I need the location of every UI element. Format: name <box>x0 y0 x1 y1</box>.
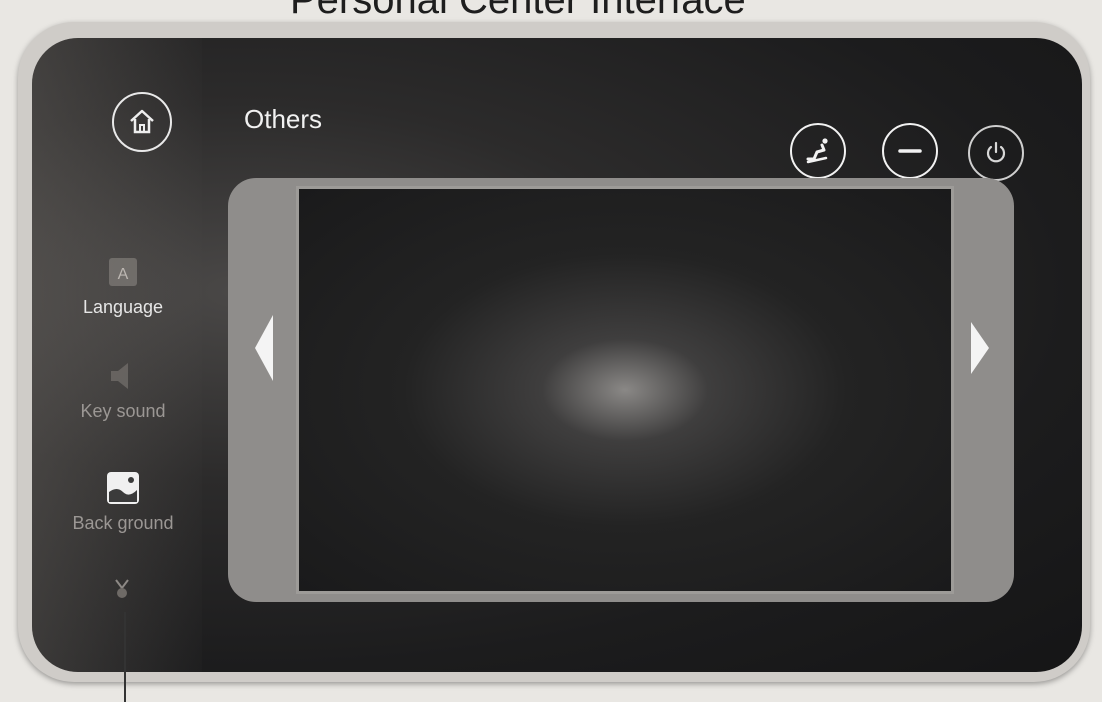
device-screen: Others A Language Key sound Back ground <box>32 38 1082 672</box>
sidebar-item-label: Back ground <box>72 513 174 533</box>
previous-background-button[interactable] <box>244 308 284 388</box>
minimize-button[interactable] <box>882 123 938 179</box>
scroll-down-icon[interactable] <box>112 576 132 605</box>
page-caption: Personal Center Interface <box>290 0 746 22</box>
chevron-down-icon <box>115 579 129 598</box>
sidebar-item-label: Key sound <box>80 401 166 421</box>
background-preview-image <box>296 186 954 594</box>
arrow-right-icon <box>971 322 989 374</box>
language-icon: A <box>109 258 137 286</box>
speaker-icon <box>111 363 128 389</box>
page-title: Others <box>244 104 323 134</box>
power-button[interactable] <box>968 125 1024 181</box>
callout-line <box>124 612 126 702</box>
arrow-left-icon <box>255 315 273 381</box>
sidebar-item-key-sound[interactable]: Key sound <box>68 356 178 421</box>
home-icon <box>130 109 154 134</box>
sidebar-item-background[interactable]: Back ground <box>68 468 178 533</box>
background-image-icon <box>107 472 139 504</box>
svg-text:A: A <box>118 266 129 283</box>
next-background-button[interactable] <box>960 308 1000 388</box>
minus-icon <box>898 149 922 153</box>
power-icon <box>986 141 1006 163</box>
massage-chair-button[interactable] <box>790 123 846 179</box>
home-button[interactable] <box>112 92 172 152</box>
sidebar-item-label: Language <box>82 297 164 317</box>
recliner-icon <box>806 138 828 164</box>
sidebar-item-language[interactable]: A Language <box>68 252 178 317</box>
